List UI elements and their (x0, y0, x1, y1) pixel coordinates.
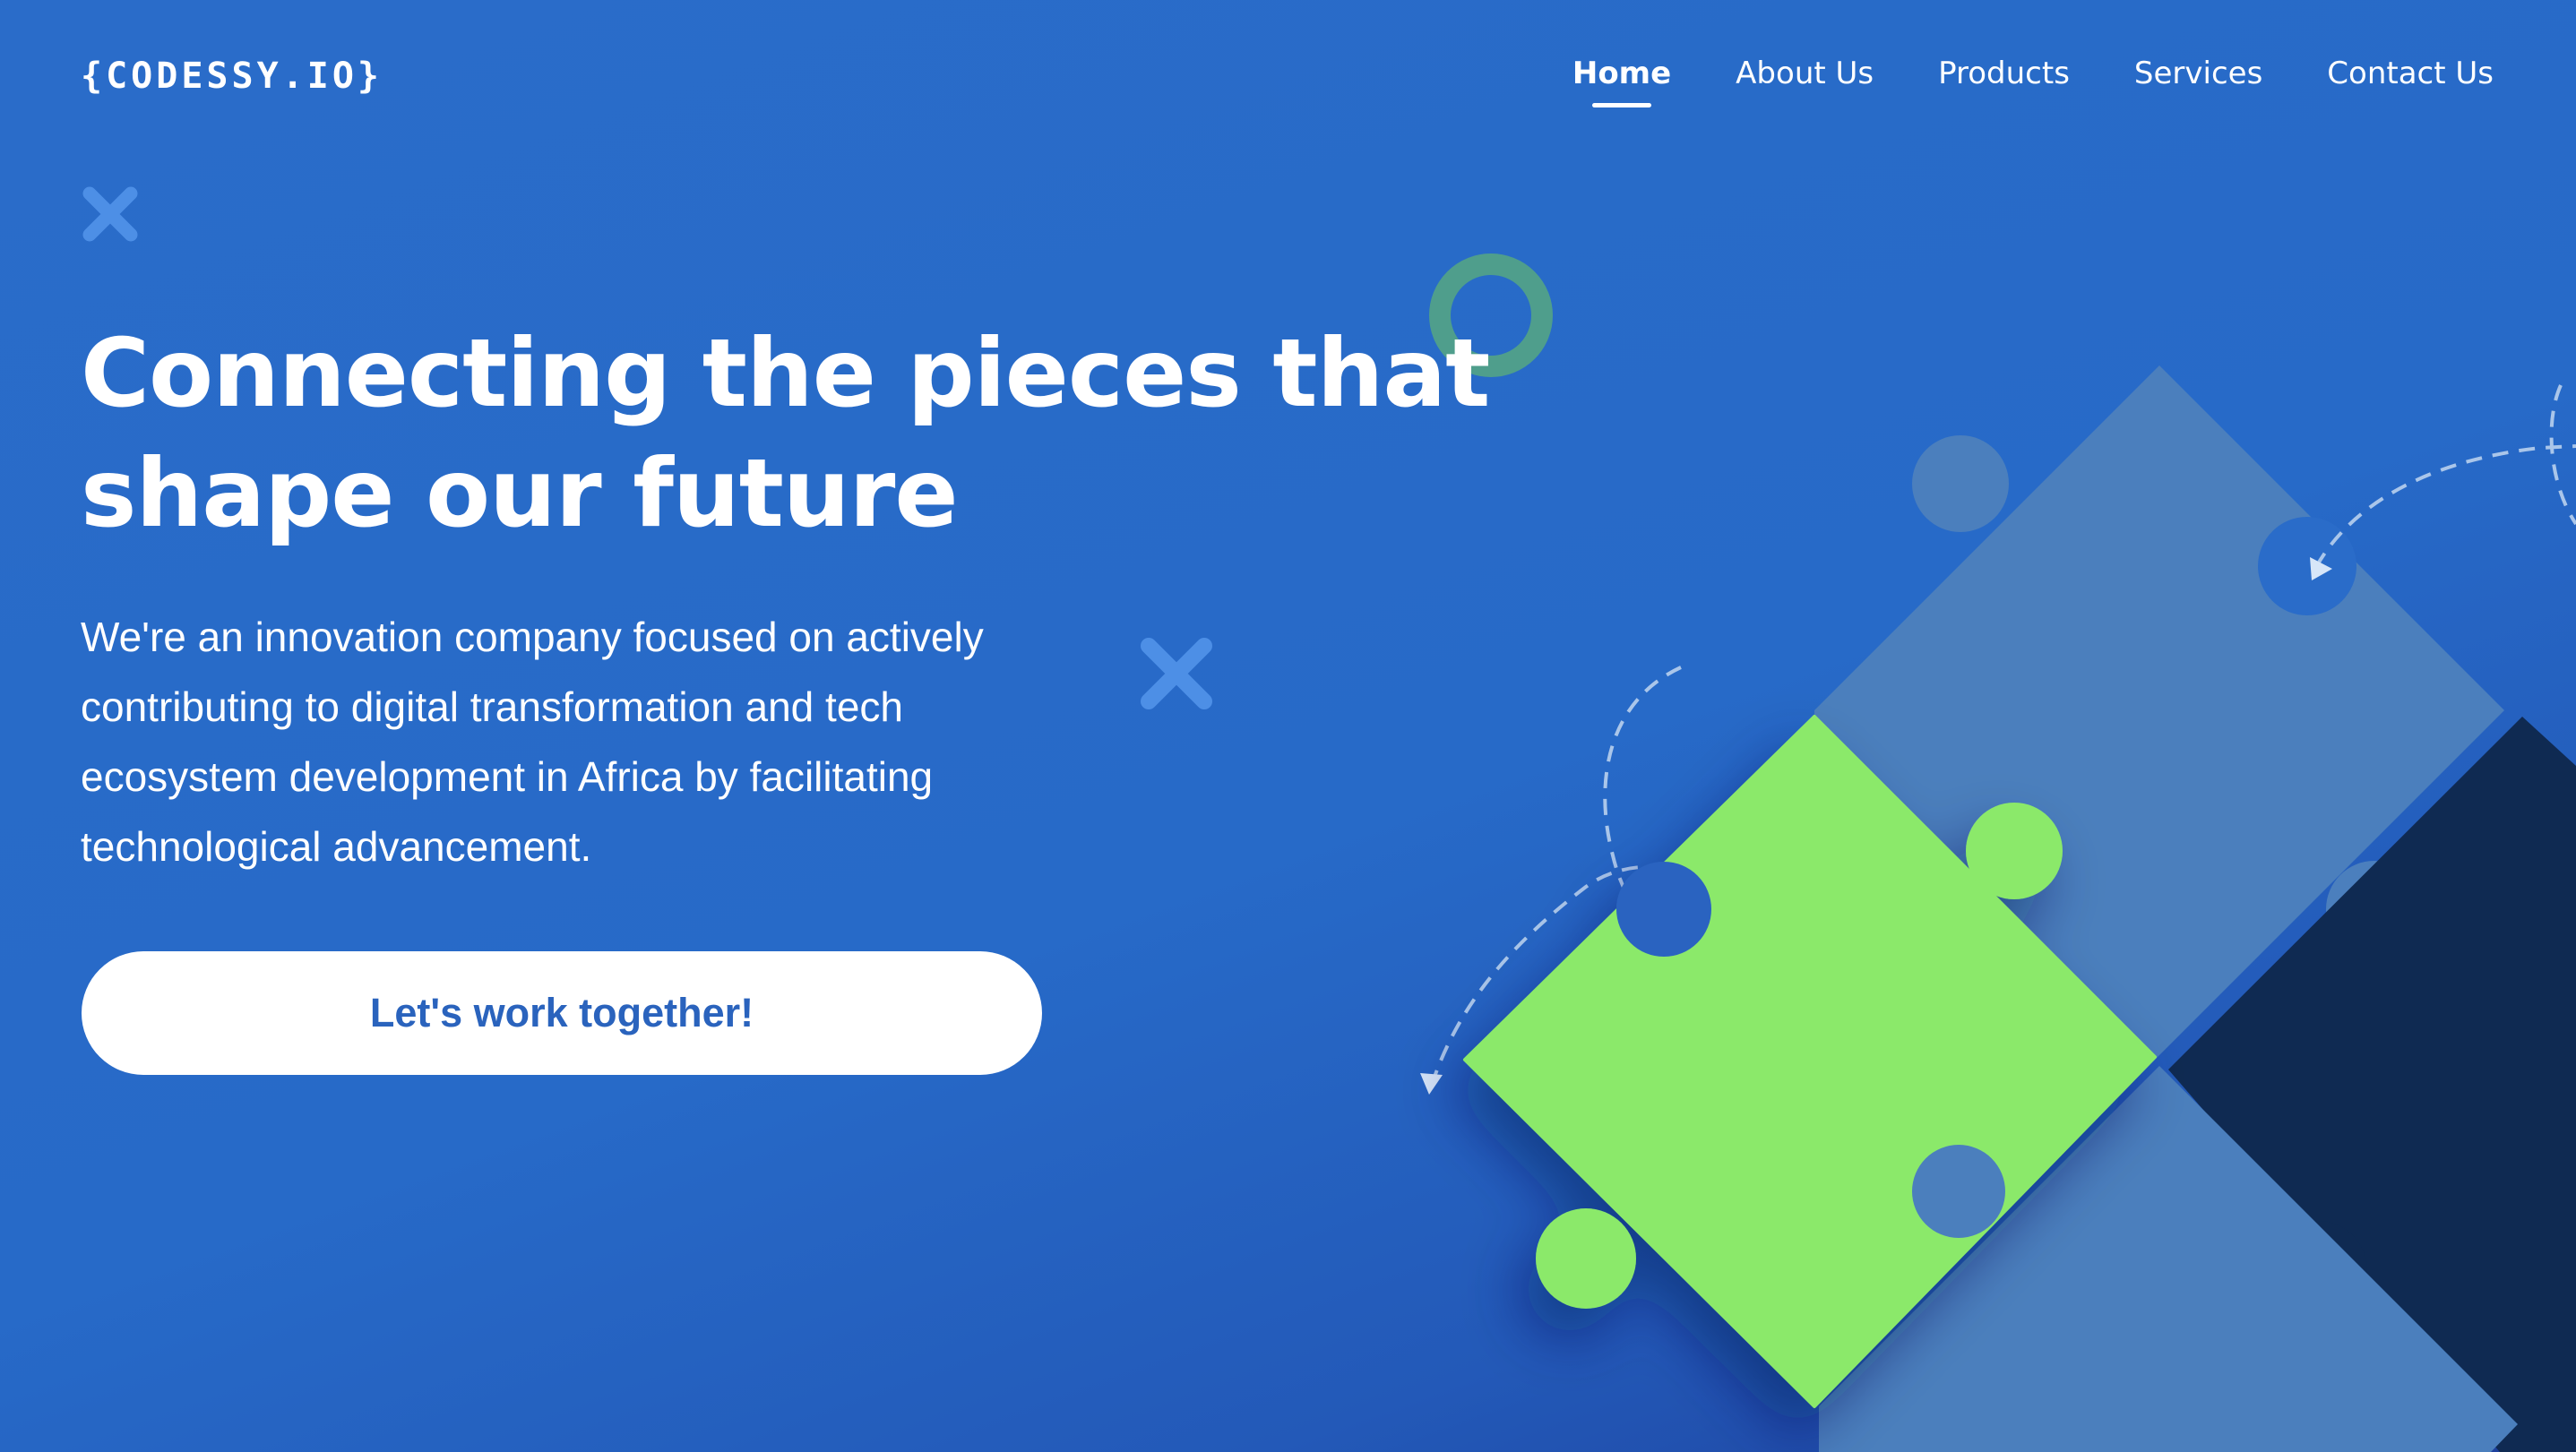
hero-description: We're an innovation company focused on a… (81, 614, 984, 870)
nav-item-products[interactable]: Products (1938, 56, 2070, 107)
nav-item-label: Contact Us (2327, 56, 2494, 91)
nav-item-label: About Us (1736, 56, 1874, 91)
nav-item-services[interactable]: Services (2134, 56, 2262, 107)
nav-item-label: Products (1938, 56, 2070, 91)
hero-title: Connecting the pieces that shape our fut… (81, 319, 1490, 548)
brand-logo[interactable]: {CODESSY.IO} (81, 56, 383, 97)
puzzle-pieces-illustration (1420, 365, 2576, 1452)
nav-item-contact-us[interactable]: Contact Us (2327, 56, 2494, 107)
nav-item-about-us[interactable]: About Us (1736, 56, 1874, 107)
main-nav: Home About Us Products Services Contact … (1572, 56, 2494, 107)
close-x-icon (82, 186, 138, 242)
nav-item-label: Services (2133, 56, 2263, 91)
close-x-icon (1141, 638, 1212, 709)
active-nav-indicator (1592, 103, 1652, 107)
lets-work-together-button[interactable]: Let's work together! (82, 951, 1042, 1075)
nav-item-label: Home (1572, 56, 1672, 91)
nav-item-home[interactable]: Home (1572, 56, 1671, 107)
